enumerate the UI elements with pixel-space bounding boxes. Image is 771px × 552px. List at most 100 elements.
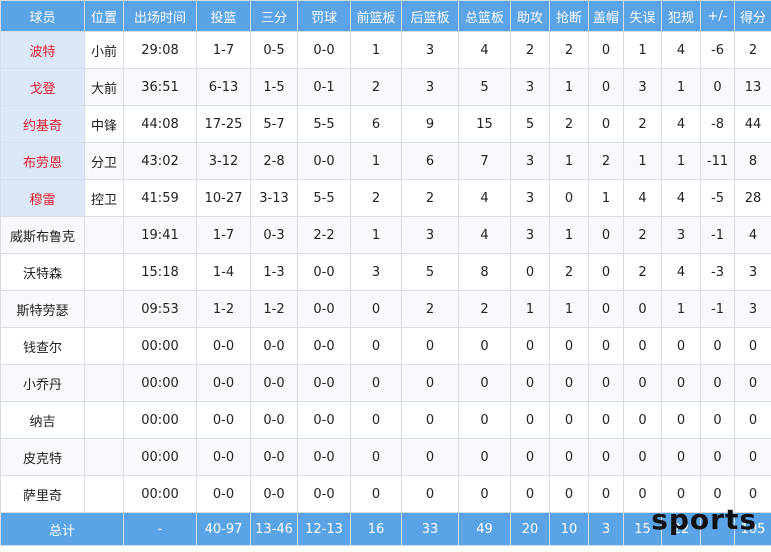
stat-cell-pm: -5 [700, 179, 735, 217]
stat-cell-blk: 0 [588, 31, 624, 69]
totals-cell: - [123, 512, 197, 546]
stat-cell-oreb: 0 [350, 475, 402, 513]
stat-cell-pm: -8 [700, 105, 735, 143]
stat-cell-min: 00:00 [123, 475, 197, 513]
stat-cell-pm: -6 [700, 31, 735, 69]
stat-cell-ast: 0 [510, 475, 550, 513]
column-header[interactable]: +/- [700, 0, 735, 32]
table-header: 球员 位置 出场时间 投篮 三分 罚球 前篮板 后篮板 总篮板 助攻 抢断 盖帽 失误 犯规 +/- 得分 [0, 0, 771, 32]
column-header[interactable]: 前篮板 [350, 0, 402, 32]
stat-cell-ast: 3 [510, 68, 550, 106]
stat-cell-pm: 0 [700, 401, 735, 439]
column-header[interactable]: 盖帽 [588, 0, 624, 32]
column-header[interactable]: 罚球 [297, 0, 351, 32]
stat-cell-oreb: 1 [350, 31, 402, 69]
stat-cell-reb: 7 [458, 142, 511, 180]
stat-cell-tov: 1 [623, 31, 662, 69]
stat-cell-pm: 0 [700, 68, 735, 106]
stat-cell-tov: 0 [623, 327, 662, 365]
stat-cell-stl: 1 [549, 290, 589, 328]
player-name-link[interactable]: 皮克特 [0, 438, 85, 476]
column-header[interactable]: 球员 [0, 0, 85, 32]
table-row: 斯特劳瑟 09:53 1-2 1-2 0-0 0 2 2 1 1 0 0 1 -1 3 [0, 290, 771, 328]
player-name-link[interactable]: 波特 [0, 31, 85, 69]
stat-cell-pos [84, 327, 124, 365]
stat-cell-ast: 0 [510, 253, 550, 291]
stat-cell-pf: 0 [661, 364, 701, 402]
stat-cell-min: 29:08 [123, 31, 197, 69]
player-name-link[interactable]: 穆雷 [0, 179, 85, 217]
player-name-link[interactable]: 小乔丹 [0, 364, 85, 402]
totals-cell: 12-13 [297, 512, 351, 546]
stat-cell-stl: 1 [549, 216, 589, 254]
stat-cell-pos [84, 438, 124, 476]
stat-cell-pos [84, 253, 124, 291]
stat-cell-min: 15:18 [123, 253, 197, 291]
player-name-link[interactable]: 钱查尔 [0, 327, 85, 365]
column-header[interactable]: 位置 [84, 0, 124, 32]
stat-cell-blk: 0 [588, 216, 624, 254]
column-header[interactable]: 投篮 [196, 0, 251, 32]
stat-cell-pts: 8 [734, 142, 771, 180]
totals-cell: 13-46 [250, 512, 298, 546]
stat-cell-dreb: 0 [401, 327, 459, 365]
stat-cell-tov: 0 [623, 290, 662, 328]
column-header[interactable]: 助攻 [510, 0, 550, 32]
stat-cell-oreb: 0 [350, 401, 402, 439]
stat-cell-tp: 0-5 [250, 31, 298, 69]
player-name-link[interactable]: 萨里奇 [0, 475, 85, 513]
column-header[interactable]: 抢断 [549, 0, 589, 32]
table-row: 沃特森 15:18 1-4 1-3 0-0 3 5 8 0 2 0 2 4 -3 3 [0, 253, 771, 291]
stat-cell-reb: 0 [458, 475, 511, 513]
player-name-link[interactable]: 纳吉 [0, 401, 85, 439]
stat-cell-fg: 6-13 [196, 68, 251, 106]
stat-cell-blk: 0 [588, 364, 624, 402]
stat-cell-dreb: 3 [401, 31, 459, 69]
stat-cell-pts: 3 [734, 253, 771, 291]
stat-cell-dreb: 0 [401, 401, 459, 439]
column-header[interactable]: 三分 [250, 0, 298, 32]
player-name-link[interactable]: 沃特森 [0, 253, 85, 291]
player-name-link[interactable]: 威斯布鲁克 [0, 216, 85, 254]
stat-cell-pf: 4 [661, 253, 701, 291]
stat-cell-blk: 0 [588, 290, 624, 328]
stat-cell-min: 19:41 [123, 216, 197, 254]
table-row: 小乔丹 00:00 0-0 0-0 0-0 0 0 0 0 0 0 0 0 0 0 [0, 364, 771, 402]
column-header[interactable]: 得分 [734, 0, 771, 32]
stat-cell-stl: 1 [549, 68, 589, 106]
stat-cell-blk: 0 [588, 438, 624, 476]
player-name-link[interactable]: 布劳恩 [0, 142, 85, 180]
boxscore-page: 球员 位置 出场时间 投篮 三分 罚球 前篮板 后篮板 总篮板 助攻 抢断 盖帽 失误 犯规 +/- 得分 波… [0, 0, 771, 552]
stat-cell-tov: 0 [623, 401, 662, 439]
stat-cell-blk: 0 [588, 253, 624, 291]
stat-cell-fg: 1-2 [196, 290, 251, 328]
stat-cell-fg: 1-7 [196, 216, 251, 254]
stat-cell-pos [84, 216, 124, 254]
table-row: 戈登 大前 36:51 6-13 1-5 0-1 2 3 5 3 1 0 3 1 0 13 [0, 68, 771, 106]
stat-cell-reb: 5 [458, 68, 511, 106]
stat-cell-min: 09:53 [123, 290, 197, 328]
stat-cell-ast: 3 [510, 142, 550, 180]
stat-cell-pos: 小前 [84, 31, 124, 69]
stat-cell-pts: 13 [734, 68, 771, 106]
stat-cell-ast: 0 [510, 438, 550, 476]
stat-cell-pf: 0 [661, 401, 701, 439]
player-name-link[interactable]: 戈登 [0, 68, 85, 106]
stat-cell-ft: 0-0 [297, 290, 351, 328]
column-header[interactable]: 失误 [623, 0, 662, 32]
column-header[interactable]: 后篮板 [401, 0, 459, 32]
column-header[interactable]: 犯规 [661, 0, 701, 32]
stat-cell-ft: 0-0 [297, 31, 351, 69]
stat-cell-oreb: 2 [350, 68, 402, 106]
stat-cell-pos: 中锋 [84, 105, 124, 143]
totals-cell: 16 [350, 512, 402, 546]
stat-cell-ft: 0-0 [297, 253, 351, 291]
column-header[interactable]: 出场时间 [123, 0, 197, 32]
stat-cell-pm: 0 [700, 438, 735, 476]
column-header[interactable]: 总篮板 [458, 0, 511, 32]
stat-cell-fg: 0-0 [196, 475, 251, 513]
player-name-link[interactable]: 斯特劳瑟 [0, 290, 85, 328]
player-name-link[interactable]: 约基奇 [0, 105, 85, 143]
stat-cell-pos: 分卫 [84, 142, 124, 180]
stat-cell-oreb: 1 [350, 216, 402, 254]
